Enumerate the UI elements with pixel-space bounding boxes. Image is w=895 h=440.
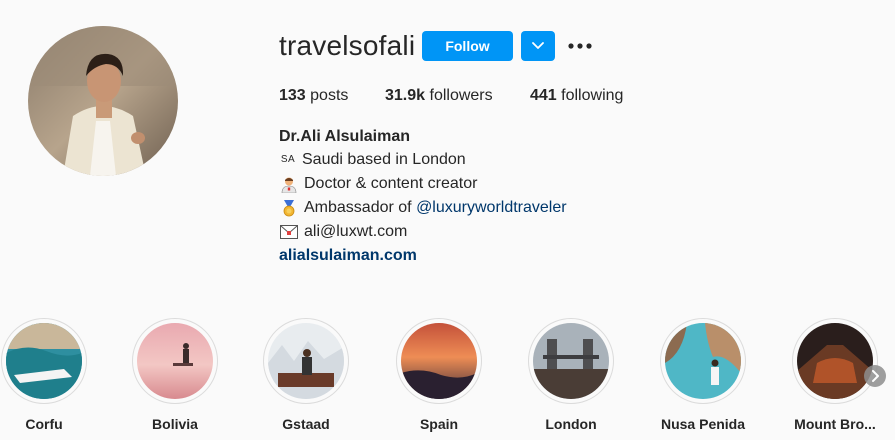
bio-ambassador-line: Ambassador of @luxuryworldtraveler: [279, 196, 567, 220]
highlight-label: London: [545, 416, 597, 432]
highlight-cover: [528, 318, 614, 404]
highlight-corfu[interactable]: Corfu: [0, 318, 88, 432]
highlight-label: Nusa Penida: [660, 416, 746, 432]
health-worker-icon: [279, 174, 299, 194]
medal-icon: [279, 198, 299, 218]
highlight-label: Spain: [419, 416, 459, 432]
follow-button[interactable]: Follow: [422, 31, 513, 61]
following-count-value: 441: [530, 87, 557, 104]
highlight-cover: [263, 318, 349, 404]
highlight-london[interactable]: London: [527, 318, 615, 432]
email-icon: [279, 222, 299, 242]
followers-count-label: followers: [429, 87, 493, 104]
highlight-label: Mount Bro...: [794, 416, 876, 432]
bio-ambassador-prefix: Ambassador of: [304, 199, 417, 216]
highlight-cover: [396, 318, 482, 404]
following-link[interactable]: 441 following: [530, 87, 623, 105]
bio-profession-text: Doctor & content creator: [304, 175, 478, 192]
highlight-gstaad[interactable]: Gstaad: [262, 318, 350, 432]
profile-full-name: Dr.Ali Alsulaiman: [279, 128, 410, 145]
following-count-label: following: [561, 87, 624, 104]
posts-count-label: posts: [310, 87, 349, 104]
highlight-cover: [660, 318, 746, 404]
bio-location-text: Saudi based in London: [302, 151, 466, 168]
highlight-label: Bolivia: [152, 416, 198, 432]
highlight-label: Gstaad: [282, 416, 330, 432]
highlights-next-button[interactable]: [864, 365, 886, 387]
posts-count-value: 133: [279, 87, 306, 104]
highlight-nusa-penida[interactable]: Nusa Penida: [659, 318, 747, 432]
highlight-cover: [132, 318, 218, 404]
more-options-icon: [568, 43, 592, 49]
posts-count: 133 posts: [279, 87, 348, 105]
website-link[interactable]: alialsulaiman.com: [279, 244, 417, 268]
chevron-right-icon: [872, 370, 879, 382]
bio-email-line: ali@luxwt.com: [279, 220, 407, 244]
more-options-button[interactable]: [568, 35, 592, 57]
highlight-label: Corfu: [25, 416, 63, 432]
highlight-cover: [792, 318, 878, 404]
chevron-down-icon: [532, 42, 544, 49]
highlight-cover: [1, 318, 87, 404]
bio-email-text: ali@luxwt.com: [304, 223, 408, 240]
highlight-bolivia[interactable]: Bolivia: [131, 318, 219, 432]
saudi-flag-icon: SA: [280, 154, 296, 165]
suggested-accounts-button[interactable]: [521, 31, 555, 61]
highlight-spain[interactable]: Spain: [395, 318, 483, 432]
profile-username: travelsofali: [279, 30, 416, 61]
bio-location-line: SA Saudi based in London: [279, 148, 466, 172]
profile-avatar[interactable]: [28, 26, 178, 176]
bio-profession-line: Doctor & content creator: [279, 172, 477, 196]
followers-link[interactable]: 31.9k followers: [385, 87, 493, 105]
followers-count-value: 31.9k: [385, 87, 426, 104]
bio-mention-link[interactable]: @luxuryworldtraveler: [416, 196, 567, 220]
